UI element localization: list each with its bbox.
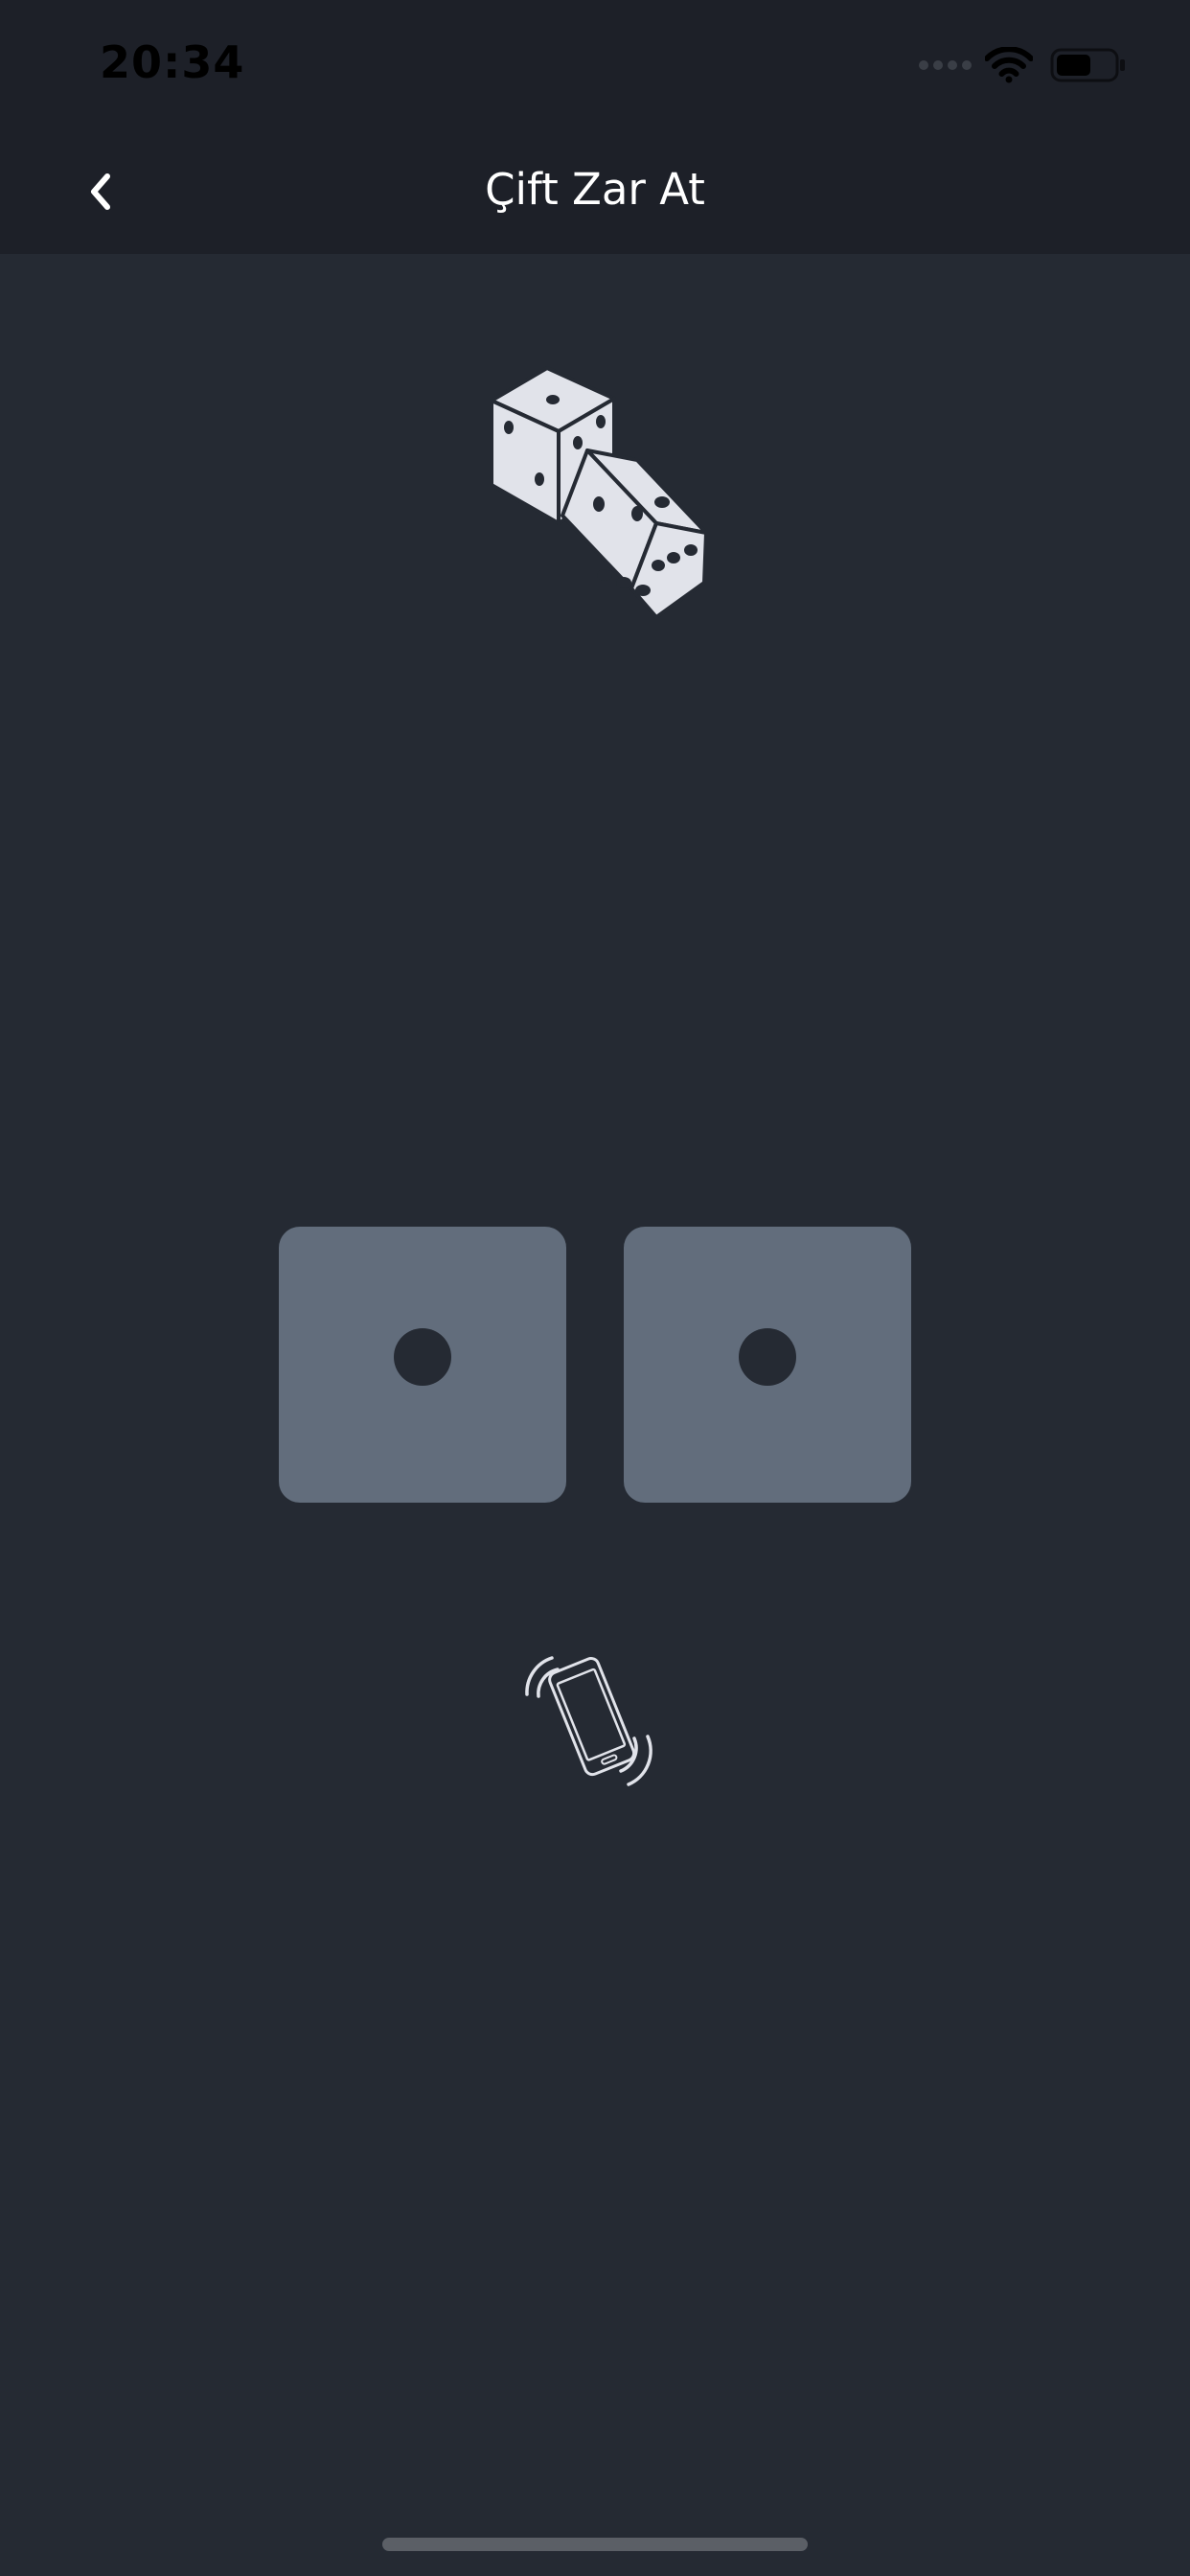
- status-time: 20:34: [100, 36, 245, 88]
- app-screen: 20:34 Çift Zar At: [0, 0, 1190, 2576]
- battery-icon: [1050, 48, 1125, 82]
- dice-pair-icon: [490, 366, 706, 619]
- status-icons: [918, 42, 1127, 88]
- die-pip: [739, 1328, 796, 1386]
- die-2[interactable]: [624, 1227, 911, 1503]
- die-1[interactable]: [279, 1227, 566, 1503]
- wifi-icon: [985, 47, 1033, 83]
- shake-phone-icon[interactable]: [515, 1641, 669, 1792]
- navigation-bar: Çift Zar At: [0, 129, 1190, 254]
- home-indicator[interactable]: [382, 2538, 808, 2551]
- status-bar: 20:34: [0, 0, 1190, 129]
- page-title: Çift Zar At: [485, 164, 705, 215]
- die-pip: [394, 1328, 451, 1386]
- cellular-signal-icon: [919, 60, 972, 70]
